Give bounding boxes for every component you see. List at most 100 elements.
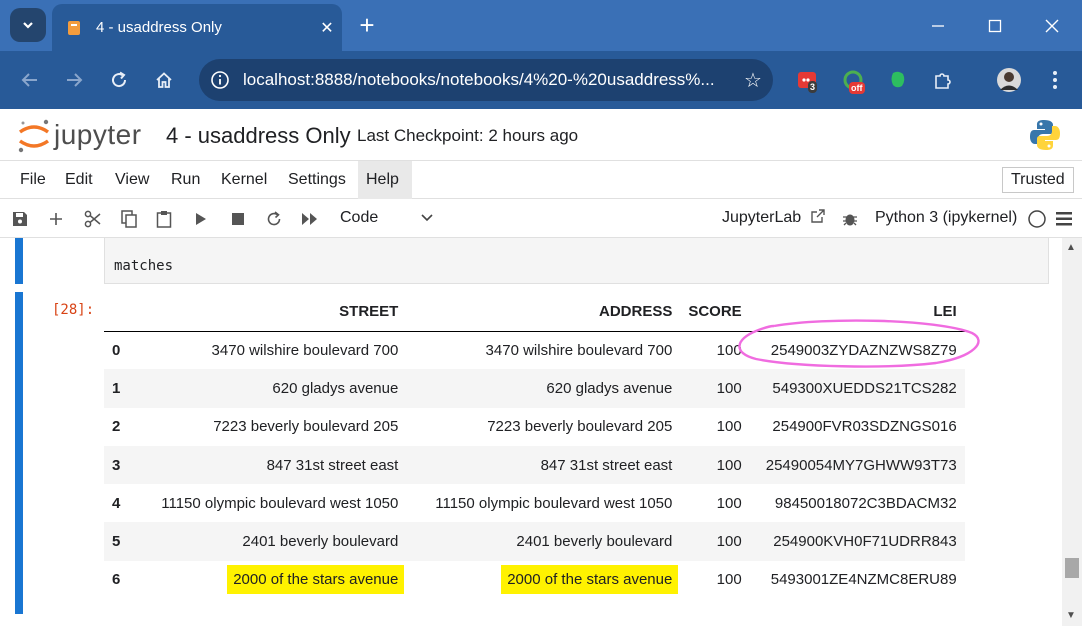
forward-arrow-icon [67,73,83,87]
vertical-scrollbar[interactable]: ▲ ▼ [1062,238,1082,626]
cell-address: 847 31st street east [406,445,681,485]
reload-icon [112,71,127,88]
site-info-icon[interactable] [207,67,233,93]
extension-todo[interactable]: 3 [792,65,824,95]
input-cell-bar[interactable] [15,238,23,284]
reload-button[interactable] [103,64,135,96]
extensions-button[interactable] [927,65,959,95]
output-cell-bar[interactable] [15,292,23,614]
back-arrow-icon [21,73,37,87]
row-index: 5 [104,522,129,561]
cell-lei: 254900KVH0F71UDRR843 [749,522,965,561]
kebab-menu-icon [1053,71,1057,89]
profile-avatar[interactable] [993,65,1025,95]
copy-icon [121,210,137,228]
row-index: 0 [104,331,129,370]
back-button[interactable] [14,64,46,96]
restart-icon [267,211,281,226]
menu-edit[interactable]: Edit [57,161,101,199]
scissors-icon [84,210,101,228]
home-button[interactable] [148,64,180,96]
tab-search-button[interactable] [10,8,46,42]
extension-badge-off: off [849,82,865,94]
scroll-down-arrow-icon[interactable]: ▼ [1066,610,1076,621]
dataframe-table: STREET ADDRESS SCORE LEI 0 3470 wilshire… [104,293,965,599]
cell-score: 100 [716,494,742,512]
interrupt-button[interactable] [226,207,250,231]
puzzle-icon [935,73,951,89]
address-bar[interactable]: localhost:8888/notebooks/notebooks/4%20-… [199,59,773,101]
run-button[interactable] [189,207,213,231]
bookmark-star-icon[interactable]: ☆ [733,68,773,93]
menu-run[interactable]: Run [163,161,208,199]
cell-lei: 2549003ZYDAZNZWS8Z79 [749,331,965,370]
plus-icon [50,213,62,225]
cell-lei: 25490054MY7GHWW93T73 [749,445,965,485]
column-header-lei: LEI [749,293,965,332]
cell-type-value: Code [340,209,379,226]
restart-button[interactable] [262,207,286,231]
clipboard-icon [156,211,172,228]
home-icon [156,72,172,88]
forward-button[interactable] [58,64,90,96]
jupyter-logo-icon[interactable] [16,117,52,155]
sidebar-menu-button[interactable] [1052,207,1076,231]
browser-menu-button[interactable] [1039,65,1071,95]
close-icon [1045,19,1059,33]
code-text: matches [114,258,174,274]
evernote-icon [891,71,905,88]
jupyterlab-link[interactable]: JupyterLab [722,207,826,229]
cell-lei: 5493001ZE4NZMC8ERU89 [770,571,957,589]
row-index: 4 [112,494,121,512]
close-window-button[interactable] [1032,8,1072,44]
table-row: 0 3470 wilshire boulevard 700 3470 wilsh… [104,331,965,370]
insert-cell-button[interactable] [44,207,68,231]
code-cell-input[interactable]: matches [104,238,1049,284]
save-button[interactable] [8,207,32,231]
cell-lei: 98450018072C3BDACM32 [774,494,957,512]
maximize-icon [988,19,1002,33]
scroll-up-arrow-icon[interactable]: ▲ [1066,242,1076,253]
cell-address: 3470 wilshire boulevard 700 [406,331,681,370]
close-tab-icon[interactable]: ✕ [312,18,342,38]
column-header-index [104,293,129,332]
jupyterlab-link-label: JupyterLab [722,209,802,226]
menu-settings[interactable]: Settings [280,161,354,199]
trusted-indicator[interactable]: Trusted [1002,167,1074,193]
url-text[interactable]: localhost:8888/notebooks/notebooks/4%20-… [243,70,733,90]
cell-type-select[interactable]: Code [340,207,440,231]
notebook-favicon-icon [68,20,80,35]
column-header-street: STREET [128,293,407,332]
new-tab-button[interactable]: + [352,10,382,40]
notebook-title[interactable]: 4 - usaddress Only [166,123,351,149]
paste-button[interactable] [152,207,176,231]
row-index: 6 [112,571,121,589]
menu-help[interactable]: Help [358,161,412,199]
copy-button[interactable] [117,207,141,231]
menu-kernel[interactable]: Kernel [213,161,275,199]
debugger-button[interactable] [838,207,862,231]
kernel-name[interactable]: Python 3 (ipykernel) [875,207,1017,229]
cell-score: 100 [680,369,750,408]
minimize-button[interactable] [918,8,958,44]
cell-score: 100 [716,418,742,436]
extension-evernote[interactable] [882,65,914,95]
restart-run-all-button[interactable] [298,207,322,231]
cell-lei: 254900FVR03SDZNGS016 [772,418,957,436]
chevron-down-icon [23,22,33,29]
table-row: 4 11150 olympic boulevard west 1050 1115… [104,484,965,522]
maximize-button[interactable] [975,8,1015,44]
row-index: 2 [112,418,121,436]
notebook-area: matches [28]: STREET ADDRESS SCORE LEI 0… [0,238,1082,626]
menu-file[interactable]: File [12,161,54,199]
cell-street: 847 31st street east [128,445,407,485]
menu-view[interactable]: View [107,161,157,199]
browser-tab[interactable]: 4 - usaddress Only ✕ [52,4,342,51]
extension-timer[interactable]: off [837,65,869,95]
scrollbar-thumb[interactable] [1065,558,1079,578]
play-icon [196,213,206,225]
stop-icon [232,213,244,225]
extension-badge-count: 3 [808,81,818,93]
cut-button[interactable] [81,207,105,231]
cell-address-highlighted: 2000 of the stars avenue [406,561,680,599]
